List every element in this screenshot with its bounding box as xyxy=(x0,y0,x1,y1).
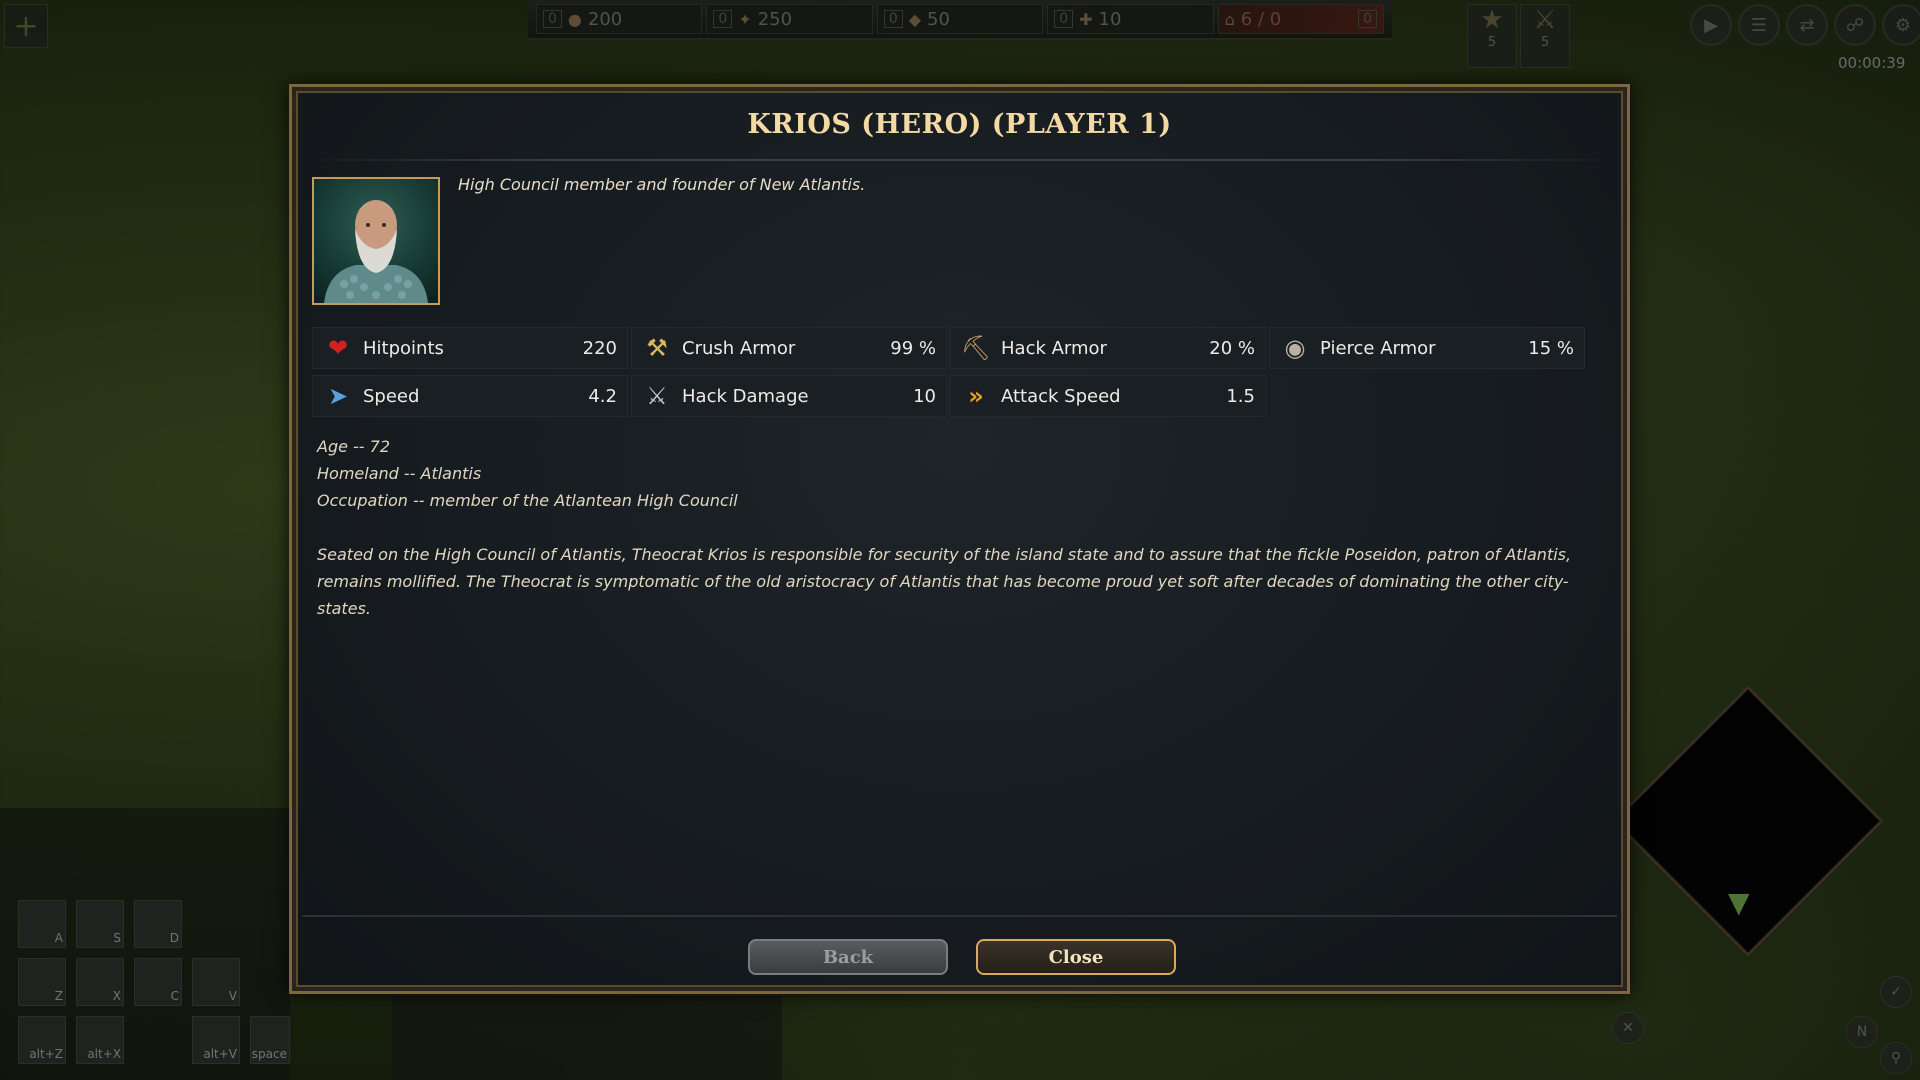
title-divider xyxy=(302,159,1617,161)
hero-biography: Age -- 72 Homeland -- Atlantis Occupatio… xyxy=(317,433,1599,622)
stat-value: 99 % xyxy=(890,337,936,359)
attack-speed-icon: » xyxy=(968,382,984,410)
bio-homeland: Homeland -- Atlantis xyxy=(317,464,482,483)
stat-label: Pierce Armor xyxy=(1320,337,1436,359)
bio-description: Seated on the High Council of Atlantis, … xyxy=(317,545,1572,618)
stat-value: 20 % xyxy=(1209,337,1255,359)
stat-speed: ➤ Speed 4.2 xyxy=(312,375,628,417)
footer-divider xyxy=(302,915,1617,917)
heart-icon: ❤ xyxy=(327,334,349,362)
stat-hitpoints: ❤ Hitpoints 220 xyxy=(312,327,628,369)
bio-occupation: Occupation -- member of the Atlantean Hi… xyxy=(317,491,738,510)
stat-label: Hitpoints xyxy=(363,337,444,359)
stat-value: 220 xyxy=(582,337,617,359)
hero-portrait xyxy=(312,177,440,305)
stat-label: Hack Damage xyxy=(682,385,809,407)
close-button[interactable]: Close xyxy=(976,939,1176,975)
stat-label: Crush Armor xyxy=(682,337,796,359)
stat-attack-speed: » Attack Speed 1.5 xyxy=(950,375,1266,417)
back-button[interactable]: Back xyxy=(748,939,948,975)
crush-armor-icon: ⚒ xyxy=(646,334,668,362)
hero-tagline: High Council member and founder of New A… xyxy=(458,175,866,194)
stat-value: 15 % xyxy=(1528,337,1574,359)
stat-hack-armor: ⛏ Hack Armor 20 % xyxy=(950,327,1266,369)
stat-crush-armor: ⚒ Crush Armor 99 % xyxy=(631,327,947,369)
bio-age: Age -- 72 xyxy=(317,437,391,456)
speed-icon: ➤ xyxy=(327,382,349,410)
stat-value: 1.5 xyxy=(1226,385,1255,407)
pierce-armor-icon: ◉ xyxy=(1284,334,1306,362)
stat-value: 10 xyxy=(913,385,936,407)
hack-damage-icon: ⚔ xyxy=(646,382,668,410)
stat-label: Attack Speed xyxy=(1001,385,1121,407)
stat-hack-damage: ⚔ Hack Damage 10 xyxy=(631,375,947,417)
stat-value: 4.2 xyxy=(588,385,617,407)
stat-pierce-armor: ◉ Pierce Armor 15 % xyxy=(1269,327,1585,369)
hack-armor-icon: ⛏ xyxy=(960,334,992,362)
unit-info-dialog: KRIOS (HERO) (PLAYER 1) High Council mem… xyxy=(289,84,1630,994)
stat-label: Speed xyxy=(363,385,420,407)
stat-label: Hack Armor xyxy=(1001,337,1107,359)
dialog-title: KRIOS (HERO) (PLAYER 1) xyxy=(747,109,1172,140)
